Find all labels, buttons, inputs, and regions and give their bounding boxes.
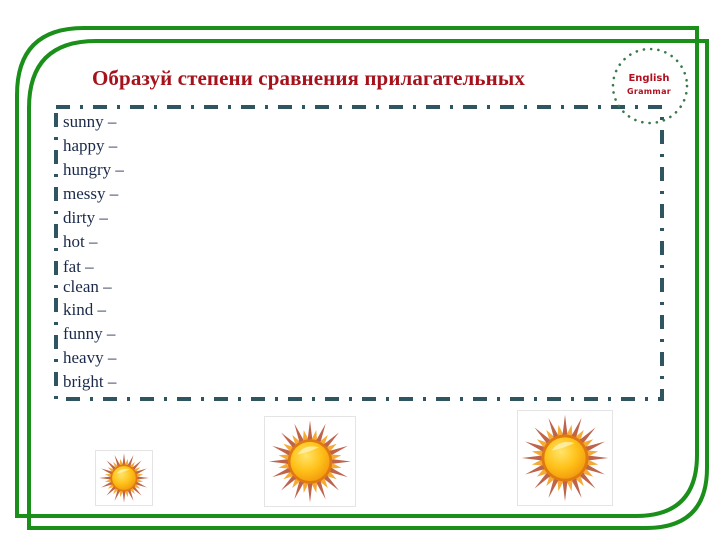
medium-sun-image: [264, 416, 356, 507]
sun-icon: [521, 414, 609, 502]
sun-icon: [99, 453, 149, 503]
list-item: clean –: [63, 277, 112, 296]
english-grammar-badge: English Grammar: [612, 72, 686, 98]
sun-icon: [269, 420, 351, 503]
list-item: sunny –: [63, 112, 117, 131]
list-item: kind –: [63, 300, 106, 319]
small-sun-image: [95, 450, 153, 506]
list-item: dirty –: [63, 208, 108, 227]
list-item: fat –: [63, 257, 94, 276]
word-box-border: [54, 105, 664, 401]
list-item: bright –: [63, 372, 117, 391]
list-item: messy –: [63, 184, 119, 203]
list-item: hungry –: [63, 160, 124, 179]
large-sun-image: [517, 410, 613, 506]
list-item: happy –: [63, 136, 118, 155]
badge-line-1: English: [628, 73, 670, 84]
list-item: hot –: [63, 232, 98, 251]
badge-line-2: Grammar: [626, 87, 672, 96]
page-title: Образуй степени сравнения прилагательных: [92, 66, 525, 90]
list-item: heavy –: [63, 348, 117, 367]
list-item: funny –: [63, 324, 116, 343]
